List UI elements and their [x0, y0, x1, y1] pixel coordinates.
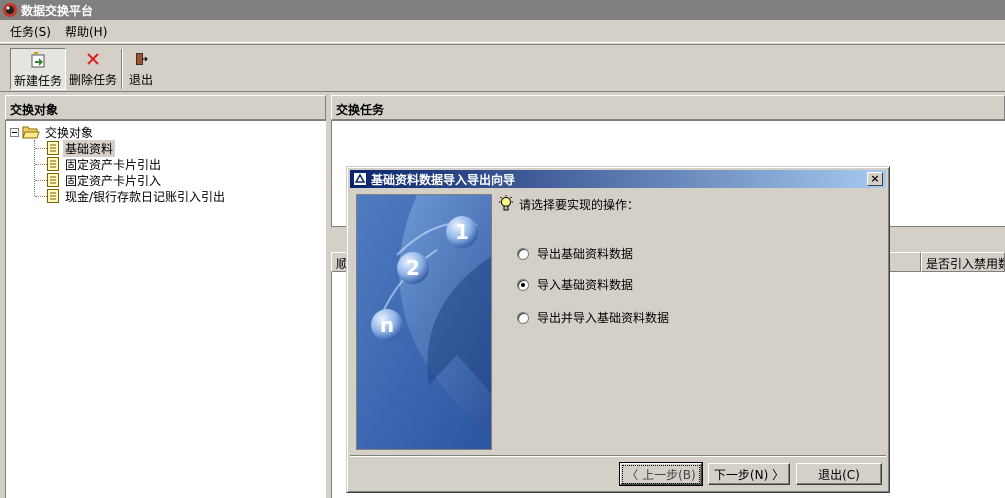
operation-prompt: 请选择要实现的操作：	[497, 195, 639, 213]
delete-task-button[interactable]: 删除任务	[66, 48, 120, 90]
exit-door-icon	[136, 53, 148, 65]
grid-col-import-disabled[interactable]: 是否引入禁用数	[921, 252, 1005, 272]
art-number-n: n	[380, 313, 394, 337]
tree-item-cash-bank-journal[interactable]: 现金/银行存款日记账引入引出	[47, 188, 227, 204]
tree-item-fixed-asset-export[interactable]: 固定资产卡片引出	[47, 156, 163, 172]
back-button[interactable]: 〈 上一步(B)	[619, 462, 703, 486]
tree-item-fixed-asset-import[interactable]: 固定资产卡片引入	[47, 172, 163, 188]
menu-help[interactable]: 帮助(H)	[59, 21, 113, 42]
dialog-separator	[350, 455, 886, 457]
exit-button[interactable]: 退出	[124, 48, 158, 90]
collapse-icon[interactable]	[10, 127, 19, 137]
toolbar: 新建任务 删除任务 退出	[0, 44, 1005, 92]
tree-line	[35, 196, 47, 197]
option-export-basic-data[interactable]: 导出基础资料数据	[517, 245, 633, 262]
document-icon	[47, 157, 59, 171]
dialog-title: 基础资料数据导入导出向导	[371, 172, 516, 187]
dialog-titlebar[interactable]: 基础资料数据导入导出向导 ×	[350, 170, 886, 188]
window-title: 数据交换平台	[21, 3, 94, 18]
document-icon	[47, 141, 59, 155]
wizard-art-graphic: 1 2 n	[357, 195, 491, 449]
option-label: 导出基础资料数据	[537, 247, 634, 261]
radio-import[interactable]	[517, 278, 529, 291]
radio-export[interactable]	[517, 247, 529, 260]
art-number-1: 1	[455, 220, 469, 244]
option-label: 导入基础资料数据	[537, 278, 634, 292]
tree-line	[35, 164, 47, 165]
lightbulb-icon	[499, 195, 513, 211]
tree-line	[35, 180, 47, 181]
option-import-basic-data[interactable]: 导入基础资料数据	[517, 276, 633, 293]
right-panel-header: 交换任务	[331, 95, 1005, 120]
import-export-wizard-dialog: 基础资料数据导入导出向导 × 1 2 n 请选择要实现的操作： 导出基础资料数据…	[346, 166, 890, 493]
wizard-illustration: 1 2 n	[356, 194, 492, 450]
art-number-2: 2	[406, 256, 420, 280]
tree-root[interactable]: 交换对象	[10, 124, 95, 140]
toolbar-separator	[121, 49, 123, 89]
exchange-object-tree[interactable]: 交换对象 基础资料 固定资产卡片引出 固定资产卡片引入 现金/银行存款日记账引入…	[5, 120, 326, 498]
next-button[interactable]: 下一步(N) 〉	[708, 463, 790, 485]
new-task-button[interactable]: 新建任务	[10, 48, 66, 90]
app-icon	[3, 3, 17, 17]
delete-icon	[87, 53, 99, 65]
menu-task[interactable]: 任务(S)	[4, 21, 57, 42]
tree-line	[35, 148, 47, 149]
main-titlebar[interactable]: 数据交换平台	[0, 0, 1005, 20]
document-icon	[47, 173, 59, 187]
prompt-text: 请选择要实现的操作：	[519, 197, 640, 212]
dialog-close-button[interactable]: ×	[867, 172, 883, 186]
left-panel-header: 交换对象	[5, 95, 326, 120]
new-task-icon	[31, 52, 45, 68]
tree-item-basic-data[interactable]: 基础资料	[47, 139, 116, 157]
option-export-and-import[interactable]: 导出并导入基础资料数据	[517, 309, 669, 326]
option-label: 导出并导入基础资料数据	[537, 311, 670, 325]
dialog-app-icon	[353, 172, 367, 186]
menubar: 任务(S) 帮助(H)	[0, 21, 1005, 43]
document-icon	[47, 189, 59, 203]
cancel-exit-button[interactable]: 退出(C)	[796, 463, 882, 485]
radio-export-import[interactable]	[517, 311, 529, 324]
folder-open-icon	[22, 126, 40, 139]
